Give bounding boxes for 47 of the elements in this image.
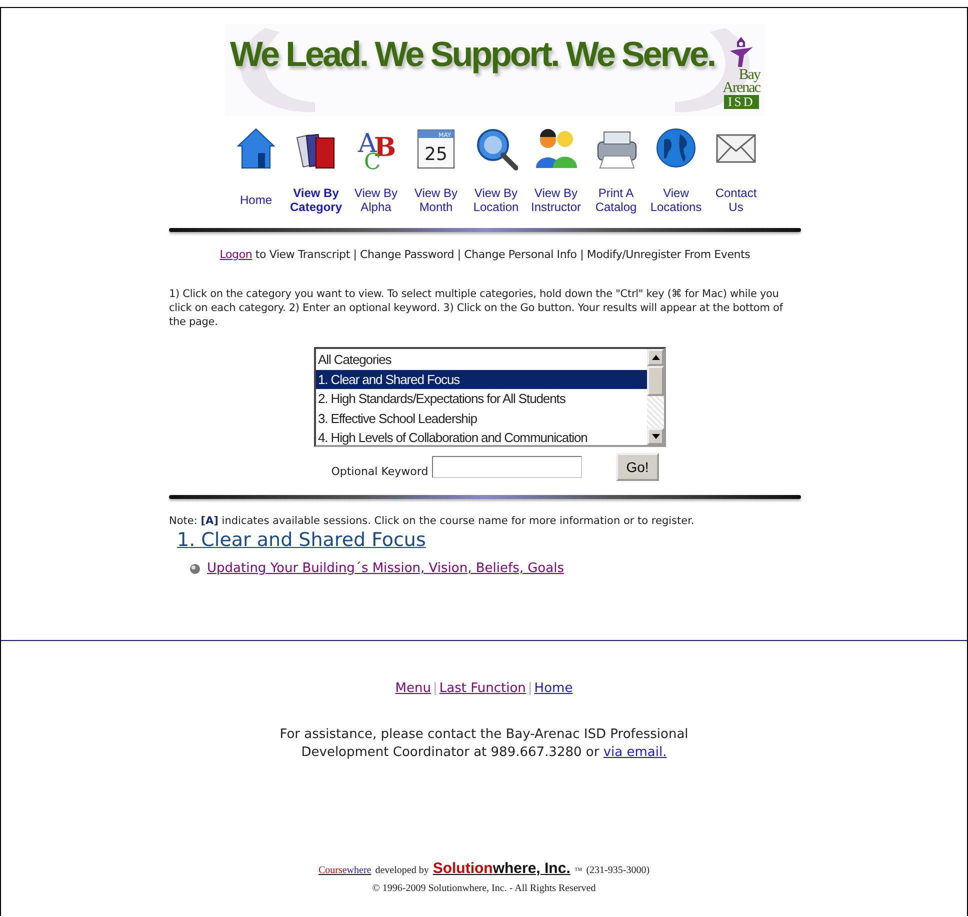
go-button[interactable]: Go!	[616, 453, 659, 481]
nav-link[interactable]: Print A Catalog	[587, 126, 645, 214]
separator-text: |	[433, 681, 438, 696]
keyword-label: Optional Keyword	[331, 464, 428, 478]
scroll-thumb[interactable]	[647, 366, 664, 396]
course-link[interactable]: Updating Your Building´s Mission, Vision, Beliefs, Goals	[207, 561, 564, 576]
instructions-text: 1) Click on the category you want to view. To select multiple categories, hold down the "Ctrl" key (⌘ for Mac) while you click on each category. 2) Enter an optional keyword. 3) Click on the Go button. Your results will appear at the bottom of the page.	[169, 287, 784, 329]
footer-link[interactable]: Home	[534, 681, 573, 696]
category-heading-link[interactable]: 1. Clear and Shared Focus	[177, 529, 426, 551]
coursewhere-link[interactable]: Coursewhere	[318, 865, 372, 876]
phone-text: (231-935-3000)	[586, 865, 650, 876]
nav-link[interactable]: View By Location	[467, 126, 525, 214]
footer-link[interactable]: Last Function	[439, 681, 526, 696]
scroll-down-button[interactable]	[647, 428, 664, 445]
account-links-text: Logon to View Transcript | Change Password | Change Personal Info | Modify/Unregister From Events	[218, 248, 752, 261]
category-option[interactable]: 4. High Levels of Collaboration and Communication	[316, 428, 647, 445]
nav-link[interactable]: View By Category	[287, 126, 345, 214]
assistance-text: For assistance, please contact the Bay-Arenac ISD Professional Development Coordinator at 989.667.3280 or via email.	[278, 726, 690, 762]
keyword-field[interactable]	[432, 456, 582, 478]
nav-link[interactable]: Contact Us	[707, 126, 765, 214]
magnifier-icon	[474, 126, 518, 172]
nav-link[interactable]: View Locations	[647, 126, 705, 214]
up-arrow-icon	[652, 355, 660, 360]
logon-link[interactable]: Logon	[220, 248, 252, 261]
logo-badge: ISD	[724, 95, 759, 109]
company-link[interactable]: Solutionwhere, Inc.	[432, 860, 570, 877]
category-option[interactable]: All Categories	[316, 350, 647, 370]
logo-text: Arenac	[722, 82, 760, 95]
category-option[interactable]: 3. Effective School Leadership	[316, 408, 647, 428]
nav-link[interactable]: View By Instructor	[527, 126, 585, 214]
developed-by-text: developed by	[375, 865, 429, 876]
category-option[interactable]: 1. Clear and Shared Focus	[316, 370, 647, 389]
logo-text: Bay	[738, 69, 760, 82]
bullet-icon	[189, 562, 201, 574]
slogan-text: We Lead. We Support. We Serve.	[230, 35, 715, 75]
nav-link[interactable]: Home	[227, 126, 285, 214]
email-link[interactable]: via email.	[603, 745, 667, 760]
trademark-text: ™	[574, 866, 582, 875]
note-text: Note: [A] indicates available sessions. Click on the course name for more information or to register.	[169, 515, 696, 527]
footer-link[interactable]: Menu	[395, 681, 431, 696]
scrollbar[interactable]	[647, 349, 664, 445]
down-arrow-icon	[652, 434, 660, 439]
category-listbox[interactable]: All Categories 1. Clear and Shared Focus 2. High Standards/Expectations for All Students 3. Effective School Leadership 4. High Levels of Collaboration and Communication	[314, 347, 666, 447]
category-option[interactable]: 2. High Standards/Expectations for All Students	[316, 389, 647, 408]
separator-text: |	[528, 681, 532, 696]
scroll-up-button[interactable]	[647, 349, 664, 366]
copyright-text: © 1996-2009 Solutionwhere, Inc. - All Rights Reserved	[372, 883, 596, 894]
